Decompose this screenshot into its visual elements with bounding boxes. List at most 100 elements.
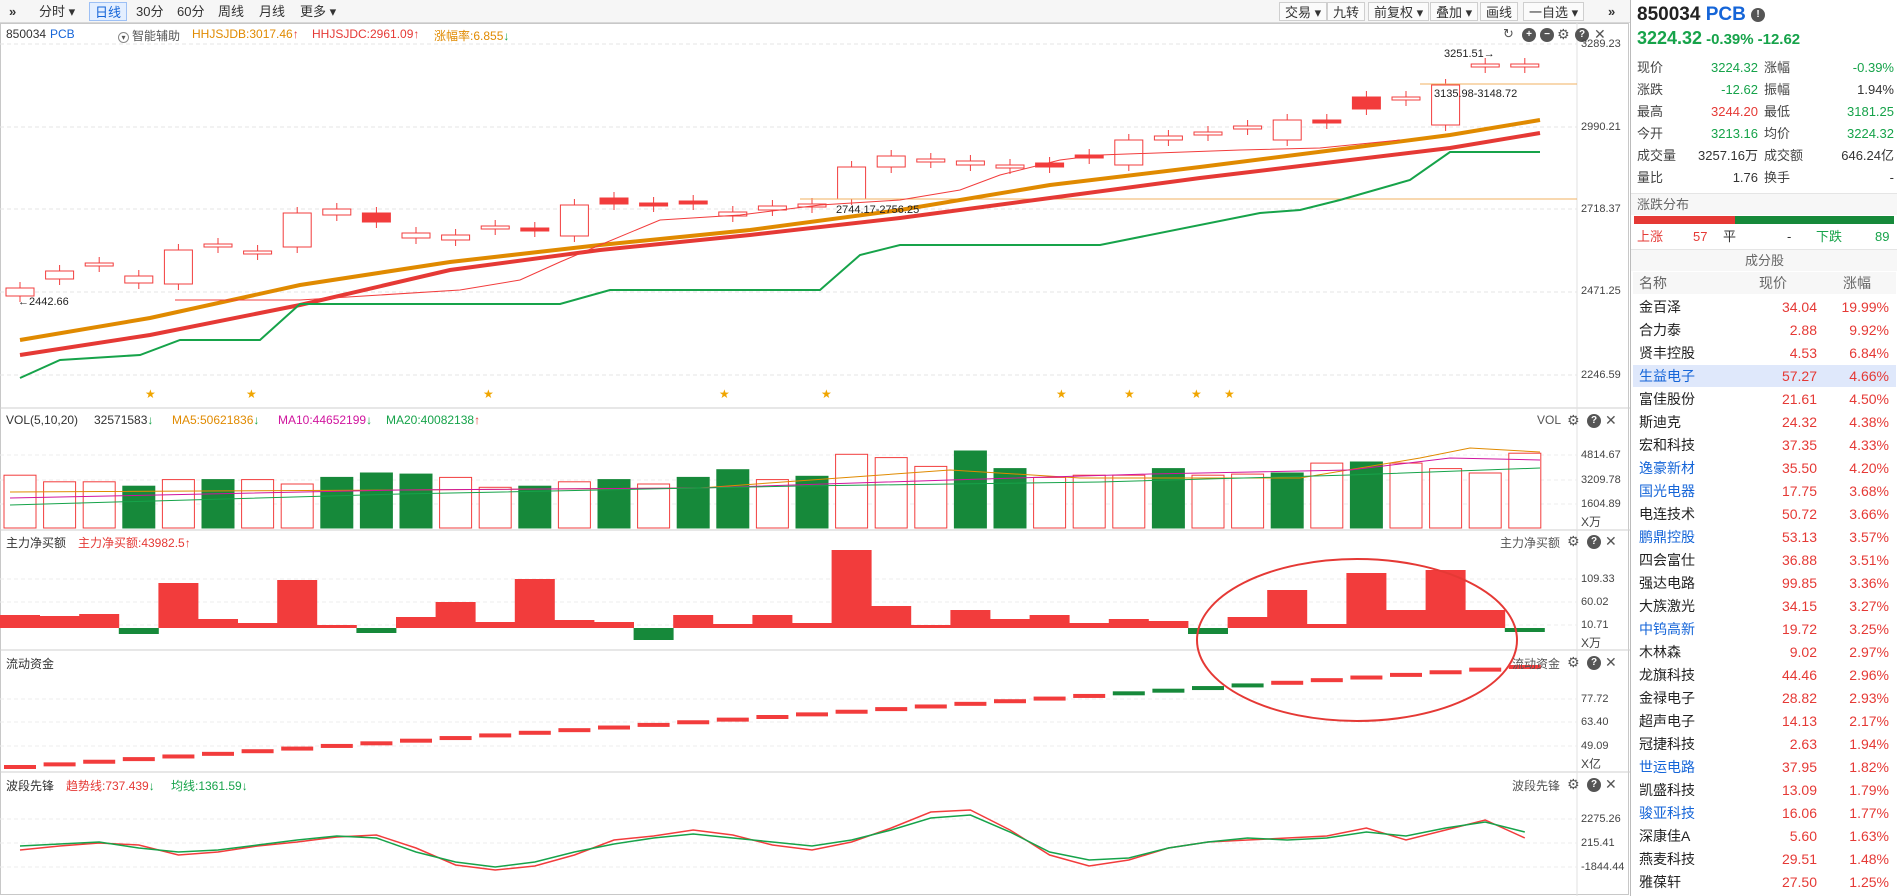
trade-button[interactable]: 交易 ▾ xyxy=(1279,2,1328,21)
wave-avg-line xyxy=(19,814,1525,868)
stock-row[interactable]: 逸豪新材 35.50 4.20% xyxy=(1633,457,1896,479)
stock-row[interactable]: 世运电路 37.95 1.82% xyxy=(1633,756,1896,778)
vol-value: 32571583↓ xyxy=(94,413,154,427)
vol-ma20: MA20:40082138↑ xyxy=(386,413,481,427)
volume-bar xyxy=(1349,461,1383,529)
quote-row: 量比 1.76 换手 - xyxy=(1637,170,1894,185)
add-icon[interactable]: + xyxy=(1522,28,1536,42)
stock-row[interactable]: 凯盛科技 13.09 1.79% xyxy=(1633,779,1896,801)
axis-label: 63.40 xyxy=(1581,716,1609,728)
volume-bar xyxy=(1072,474,1106,529)
volume-bar xyxy=(320,476,354,529)
axis-label: 1604.89 xyxy=(1581,498,1621,510)
netbuy-bar xyxy=(514,579,555,628)
stock-row[interactable]: 国光电器 17.75 3.68% xyxy=(1633,480,1896,502)
close-icon[interactable]: ✕ xyxy=(1605,776,1617,793)
help-icon[interactable]: ? xyxy=(1587,778,1601,792)
collapse-icon[interactable]: » xyxy=(1603,2,1620,21)
help-icon[interactable]: ? xyxy=(1587,535,1601,549)
refresh-icon[interactable]: ↻ xyxy=(1503,26,1514,42)
stock-row[interactable]: 雅葆轩 27.50 1.25% xyxy=(1633,871,1896,893)
netbuy-bar xyxy=(831,550,872,628)
close-icon[interactable]: ✕ xyxy=(1605,533,1617,550)
close-icon[interactable]: ✕ xyxy=(1605,654,1617,671)
tab-fenshi[interactable]: 分时 ▾ xyxy=(34,2,80,21)
stock-row[interactable]: 电连技术 50.72 3.66% xyxy=(1633,503,1896,525)
stock-row[interactable]: 宏和科技 37.35 4.33% xyxy=(1633,434,1896,456)
stock-row[interactable]: 鹏鼎控股 53.13 3.57% xyxy=(1633,526,1896,548)
stock-row[interactable]: 斯迪克 24.32 4.38% xyxy=(1633,411,1896,433)
close-icon[interactable]: ✕ xyxy=(1605,412,1617,429)
stock-row[interactable]: 贤丰控股 4.53 6.84% xyxy=(1633,342,1896,364)
stock-row[interactable]: 四会富仕 36.88 3.51% xyxy=(1633,549,1896,571)
tab-more[interactable]: 更多 ▾ xyxy=(295,2,341,21)
stock-row[interactable]: 生益电子 57.27 4.66% xyxy=(1633,365,1896,387)
stock-row[interactable]: 合力泰 2.88 9.92% xyxy=(1633,319,1896,341)
flow-mark xyxy=(637,722,670,727)
toolbar: » 分时 ▾ 日线 30分 60分 周线 月线 更多 ▾ 交易 ▾ 九转 前复权… xyxy=(0,0,1630,23)
candle xyxy=(84,262,114,267)
settings-icon[interactable]: ⚙ xyxy=(1567,776,1580,793)
stock-row[interactable]: 燕麦科技 29.51 1.48% xyxy=(1633,848,1896,870)
draw-line-button[interactable]: 画线 xyxy=(1480,2,1519,21)
chart-code: 850034 xyxy=(6,27,47,41)
watchlist-button[interactable]: 一自选 ▾ xyxy=(1523,2,1585,21)
stock-row[interactable]: 金禄电子 28.82 2.93% xyxy=(1633,687,1896,709)
stock-row[interactable]: 骏亚科技 16.06 1.77% xyxy=(1633,802,1896,824)
tab-daily[interactable]: 日线 xyxy=(89,2,128,21)
stock-row[interactable]: 中钨高新 19.72 3.25% xyxy=(1633,618,1896,640)
stock-row[interactable]: 金百泽 34.04 19.99% xyxy=(1633,296,1896,318)
tab-60min[interactable]: 60分 xyxy=(172,2,209,21)
stock-row[interactable]: 木林森 9.02 2.97% xyxy=(1633,641,1896,663)
axis-label: 2718.37 xyxy=(1581,203,1621,215)
help-icon[interactable]: ? xyxy=(1587,414,1601,428)
volume-bar xyxy=(478,486,512,529)
netbuy-bar xyxy=(910,625,951,628)
tab-weekly[interactable]: 周线 xyxy=(213,2,249,21)
settings-icon[interactable]: ⚙ xyxy=(1557,26,1570,43)
ma-line-green xyxy=(19,151,1540,379)
stock-row[interactable]: 大族激光 34.15 3.27% xyxy=(1633,595,1896,617)
settings-icon[interactable]: ⚙ xyxy=(1567,654,1580,671)
flow-mark xyxy=(4,765,36,769)
stock-row[interactable]: 富佳股份 21.61 4.50% xyxy=(1633,388,1896,410)
axis-label: 49.09 xyxy=(1581,740,1609,752)
expand-icon[interactable]: » xyxy=(4,2,21,21)
flow-mark xyxy=(796,712,828,717)
netbuy-bar xyxy=(1267,590,1308,628)
netbuy-bar xyxy=(871,606,912,628)
stock-row[interactable]: 龙旗科技 44.46 2.96% xyxy=(1633,664,1896,686)
adjust-button[interactable]: 前复权 ▾ xyxy=(1368,2,1430,21)
chart-area[interactable]: ★ ★ ★ ★ ★ ★ ★ ★ ★ xyxy=(0,0,1630,896)
nine-turn-button[interactable]: 九转 xyxy=(1327,2,1366,21)
tab-30min[interactable]: 30分 xyxy=(131,2,168,21)
overlay-button[interactable]: 叠加 ▾ xyxy=(1430,2,1479,21)
axis-label: 10.71 xyxy=(1581,619,1609,631)
volume-bar xyxy=(1270,472,1304,529)
candle xyxy=(995,164,1025,169)
flow-mark xyxy=(83,759,116,764)
stock-row[interactable]: 强达电路 99.85 3.36% xyxy=(1633,572,1896,594)
info-icon[interactable]: ! xyxy=(1751,7,1766,22)
netbuy-bar xyxy=(673,615,714,628)
tab-monthly[interactable]: 月线 xyxy=(254,2,290,21)
assist-toggle[interactable]: ▾ 智能辅助 xyxy=(118,27,180,44)
volume-bar xyxy=(716,469,750,529)
app: { "toolbar": { "expand_icon": "»", "tabs… xyxy=(0,0,1897,896)
netbuy-bar xyxy=(792,623,832,628)
dist-bar-up xyxy=(1634,216,1736,224)
flow-mark xyxy=(835,709,868,714)
annotation-range2: 2744.17-2756.25 xyxy=(836,204,920,216)
settings-icon[interactable]: ⚙ xyxy=(1567,412,1580,429)
stock-row[interactable]: 深康佳A 5.60 1.63% xyxy=(1633,825,1896,847)
minus-icon[interactable]: − xyxy=(1540,28,1554,42)
help-icon[interactable]: ? xyxy=(1587,656,1601,670)
volume-bar xyxy=(82,481,116,529)
stock-row[interactable]: 冠捷科技 2.63 1.94% xyxy=(1633,733,1896,755)
netbuy-bar xyxy=(396,617,436,628)
settings-icon[interactable]: ⚙ xyxy=(1567,533,1580,550)
stock-row[interactable]: 超声电子 14.13 2.17% xyxy=(1633,710,1896,732)
axis-label: 2990.21 xyxy=(1581,121,1621,133)
candle xyxy=(441,234,471,241)
candle xyxy=(401,232,431,239)
